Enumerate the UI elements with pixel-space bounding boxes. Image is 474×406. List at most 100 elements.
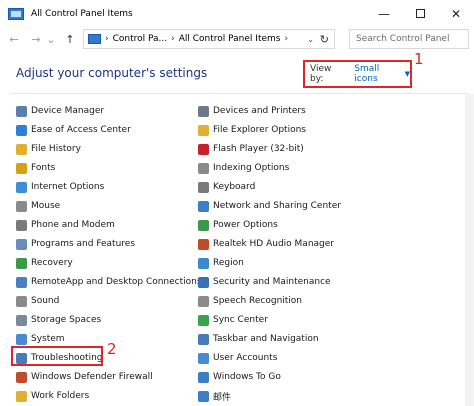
arrow-right-icon: → [31, 32, 41, 46]
search-input[interactable] [350, 30, 454, 48]
power-options-icon [198, 219, 209, 231]
list-item[interactable]: User Accounts [198, 349, 277, 367]
caret-down-icon[interactable]: ▼ [405, 70, 410, 78]
item-label: User Accounts [213, 353, 278, 363]
list-item[interactable]: 邮件 [198, 387, 231, 405]
list-item[interactable]: Internet Options [16, 178, 104, 196]
breadcrumb-all-items[interactable]: All Control Panel Items [179, 34, 281, 44]
list-item[interactable]: Speech Recognition [198, 292, 302, 310]
arrow-left-icon: ← [9, 32, 19, 46]
list-item[interactable]: Network and Sharing Center [198, 197, 341, 215]
phone-modem-icon [16, 219, 27, 231]
view-by-dropdown[interactable]: Small icons [354, 64, 399, 84]
list-item[interactable]: RemoteApp and Desktop Connections [16, 273, 202, 291]
list-item[interactable]: File Explorer Options [198, 121, 306, 139]
refresh-icon[interactable]: ↻ [320, 33, 329, 46]
item-label: Work Folders [31, 391, 90, 401]
list-item[interactable]: Realtek HD Audio Manager [198, 235, 334, 253]
recent-locations-button[interactable]: ⌄ [45, 29, 57, 49]
item-label: Speech Recognition [213, 296, 303, 306]
list-item[interactable]: Phone and Modem [16, 216, 115, 234]
list-item[interactable]: Security and Maintenance [198, 273, 331, 291]
list-item[interactable]: Sync Center [198, 311, 268, 329]
list-item[interactable]: Taskbar and Navigation [198, 330, 319, 348]
mail-icon [198, 390, 209, 402]
item-label: Programs and Features [31, 239, 136, 249]
annotation-number: 1 [414, 50, 424, 68]
list-item[interactable]: File History [16, 140, 81, 158]
item-label: RemoteApp and Desktop Connections [31, 277, 202, 287]
fonts-icon [16, 162, 27, 174]
breadcrumb-control-panel[interactable]: Control Pa... [113, 34, 168, 44]
minimize-icon: — [378, 6, 390, 21]
list-item[interactable]: Mouse [16, 197, 60, 215]
item-label: Network and Sharing Center [213, 201, 341, 211]
page-title: Adjust your computer's settings [16, 66, 208, 80]
control-panel-icon [88, 34, 101, 44]
view-by-label: View by: [310, 64, 332, 84]
list-item[interactable]: Flash Player (32-bit) [198, 140, 304, 158]
list-item[interactable]: Keyboard [198, 178, 255, 196]
programs-features-icon [16, 238, 27, 250]
storage-spaces-icon [16, 314, 27, 326]
sound-icon [16, 295, 27, 307]
network-sharing-icon [198, 200, 209, 212]
list-item[interactable]: Work Folders [16, 387, 89, 405]
list-item[interactable]: Indexing Options [198, 159, 289, 177]
list-item[interactable]: Windows Defender Firewall [16, 368, 153, 386]
item-label: Realtek HD Audio Manager [213, 239, 334, 249]
item-label: Sync Center [213, 315, 268, 325]
flash-player-icon [198, 143, 209, 155]
list-item[interactable]: Devices and Printers [198, 102, 306, 120]
taskbar-navigation-icon [198, 333, 209, 345]
vertical-scrollbar[interactable] [465, 94, 474, 406]
item-label: Mouse [31, 201, 61, 211]
chevron-down-icon: ⌄ [46, 32, 56, 46]
item-label: Devices and Printers [213, 106, 306, 116]
item-label: Windows To Go [213, 372, 281, 382]
view-by-control: View by: Small icons ▼ [303, 60, 412, 88]
region-icon [198, 257, 209, 269]
list-item[interactable]: Power Options [198, 216, 278, 234]
maximize-button[interactable] [402, 0, 438, 27]
maximize-icon [415, 9, 425, 18]
list-item[interactable]: Windows To Go [198, 368, 281, 386]
list-item[interactable]: Programs and Features [16, 235, 135, 253]
up-button[interactable]: ↑ [61, 29, 79, 49]
minimize-button[interactable]: — [366, 0, 402, 27]
breadcrumb-separator-icon[interactable]: › [105, 34, 109, 44]
list-item[interactable]: Storage Spaces [16, 311, 101, 329]
list-item[interactable]: Sound [16, 292, 59, 310]
devices-printers-icon [198, 105, 209, 117]
item-label: Internet Options [31, 182, 105, 192]
annotation-number: 2 [107, 340, 117, 358]
control-panel-icon [8, 7, 24, 20]
back-button[interactable]: ← [5, 29, 23, 49]
arrow-up-icon: ↑ [65, 32, 75, 46]
mouse-icon [16, 200, 27, 212]
list-item[interactable]: Ease of Access Center [16, 121, 131, 139]
breadcrumb-separator-icon[interactable]: › [284, 34, 288, 44]
search-box[interactable] [349, 29, 469, 49]
item-label: Storage Spaces [31, 315, 102, 325]
item-label: Region [213, 258, 244, 268]
list-item[interactable]: Device Manager [16, 102, 104, 120]
close-button[interactable]: ✕ [438, 0, 474, 27]
breadcrumb-separator-icon[interactable]: › [171, 34, 175, 44]
address-dropdown-icon[interactable]: ⌄ [307, 35, 314, 44]
list-item[interactable]: Recovery [16, 254, 73, 272]
work-folders-icon [16, 390, 27, 402]
item-label: 邮件 [213, 392, 232, 403]
item-label: File Explorer Options [213, 125, 306, 135]
item-label: Sound [31, 296, 60, 306]
item-label: Windows Defender Firewall [31, 372, 153, 382]
item-label: System [31, 334, 65, 344]
address-bar[interactable]: › Control Pa... › All Control Panel Item… [83, 29, 335, 49]
realtek-audio-icon [198, 238, 209, 250]
forward-button[interactable]: → [27, 29, 45, 49]
list-item[interactable]: Region [198, 254, 244, 272]
indexing-options-icon [198, 162, 209, 174]
list-item[interactable]: Fonts [16, 159, 55, 177]
item-label: Ease of Access Center [31, 125, 131, 135]
internet-options-icon [16, 181, 27, 193]
